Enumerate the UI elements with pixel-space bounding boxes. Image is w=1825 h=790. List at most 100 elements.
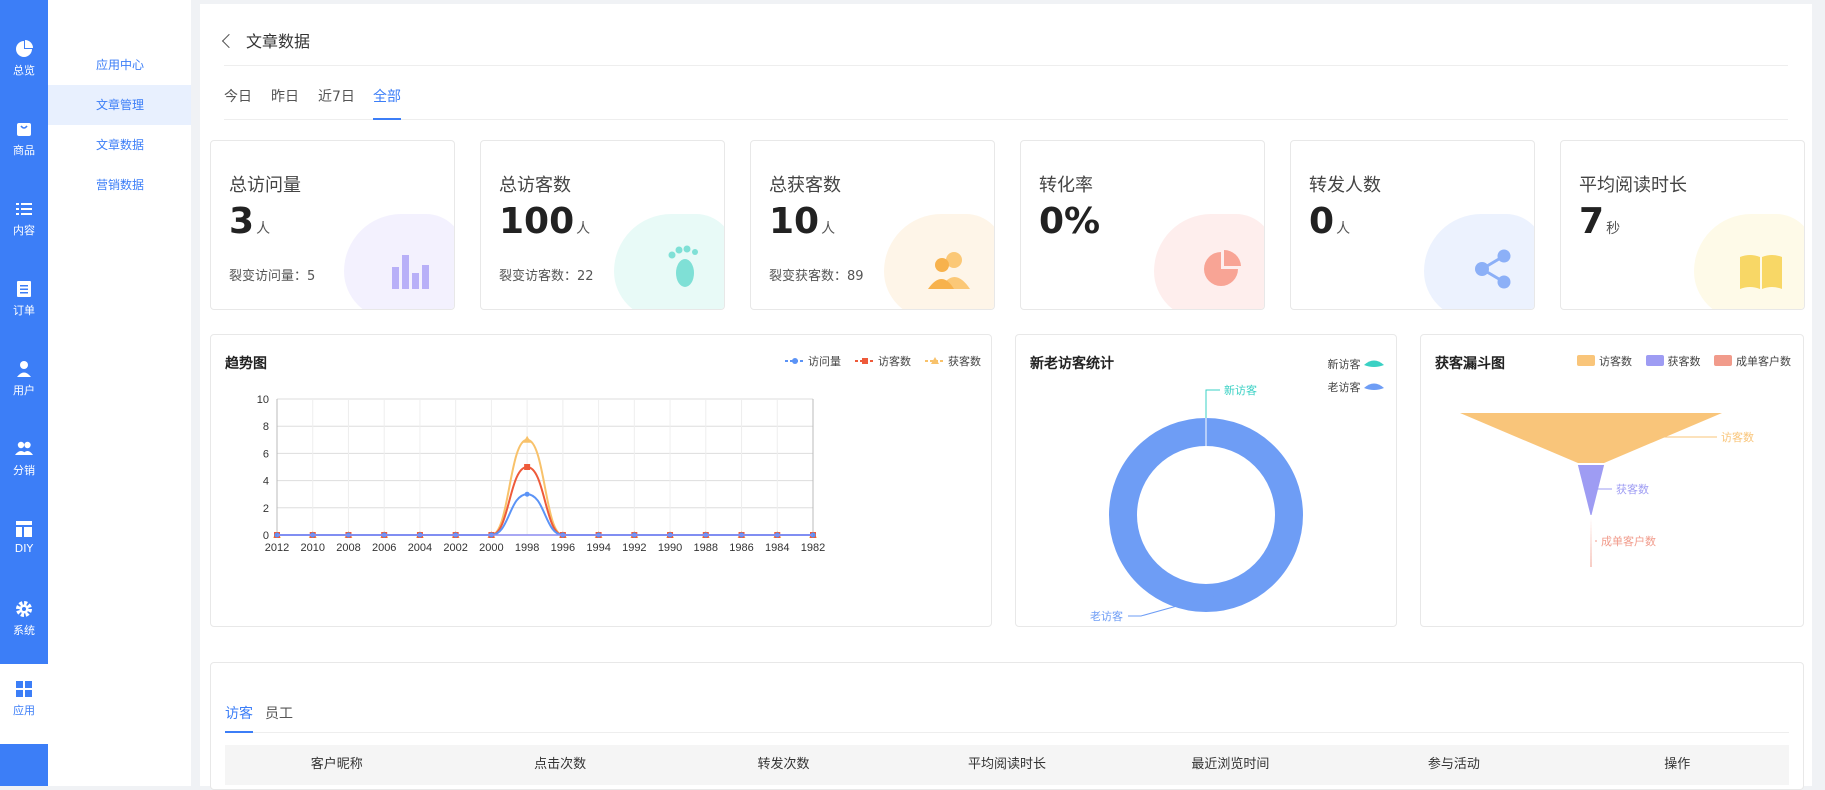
data-point xyxy=(524,491,530,497)
stat-label: 总访客数 xyxy=(499,175,571,196)
y-tick-label: 4 xyxy=(263,476,269,488)
stat-number: 100 xyxy=(499,201,575,242)
page-title: 文章数据 xyxy=(246,32,311,51)
legend-item-deals[interactable]: 成单客户数 xyxy=(1714,355,1791,368)
trend-chart-title: 趋势图 xyxy=(225,356,267,372)
x-tick-label: 2012 xyxy=(265,542,289,554)
subnav-item-article-manage[interactable]: 文章管理 xyxy=(48,85,191,125)
stat-sub: 裂变访问量：5 xyxy=(229,269,316,284)
tab-staff[interactable]: 员工 xyxy=(265,703,293,733)
legend-label: 获客数 xyxy=(1667,355,1701,368)
stat-sub: 裂变访客数：22 xyxy=(499,269,594,284)
trend-line-chart: 0 2 4 6 8 10 2012 2010 2008 2006 2004 2002 2000 1998 1… xyxy=(257,394,825,554)
rail-label: 总览 xyxy=(13,64,35,77)
rail-label: 内容 xyxy=(13,224,35,237)
column-header[interactable]: 最近浏览时间 xyxy=(1119,745,1342,785)
column-header[interactable]: 点击次数 xyxy=(448,745,671,785)
gear-icon xyxy=(16,601,32,617)
tab-today[interactable]: 今日 xyxy=(224,86,252,120)
subnav-item-article-data[interactable]: 文章数据 xyxy=(48,125,191,165)
stat-number: 3 xyxy=(229,201,255,242)
legend-item-acquired[interactable]: 获客数 xyxy=(1645,355,1701,368)
tab-7days[interactable]: 近7日 xyxy=(318,86,355,120)
funnel-chart-title: 获客漏斗图 xyxy=(1435,356,1505,372)
legend-item-visitors[interactable]: 访客数 xyxy=(1577,355,1632,368)
subnav-item-marketing-data[interactable]: 营销数据 xyxy=(48,165,191,205)
list-icon xyxy=(16,203,32,215)
stat-card-avg-read-time: 平均阅读时长 7秒 xyxy=(1560,140,1805,310)
x-tick-label: 2010 xyxy=(300,542,324,554)
x-tick-label: 1986 xyxy=(729,542,753,554)
funnel-stage-成单客户数 xyxy=(1590,517,1592,567)
legend-swatch xyxy=(1714,355,1732,366)
legend-item-visitors[interactable]: 访客数 xyxy=(854,355,911,368)
legend-line-icon xyxy=(784,358,805,364)
stat-number: 0% xyxy=(1039,201,1101,242)
rail-item-goods[interactable]: 商品 xyxy=(0,120,48,200)
column-header[interactable]: 平均阅读时长 xyxy=(895,745,1118,785)
visitor-ring-chart: 新访客老访客 xyxy=(1090,383,1303,623)
stat-number: 0 xyxy=(1309,201,1335,242)
stat-value: 3人 xyxy=(229,201,270,242)
funnel-chart-card: 获客漏斗图 访客数 获客数 成单客户数 访客数 获客数 成单客户数 xyxy=(1420,334,1804,627)
x-tick-label: 1988 xyxy=(694,542,718,554)
table-tabs: 访客 员工 xyxy=(225,703,1789,733)
y-tick-label: 0 xyxy=(263,530,269,542)
column-header[interactable]: 转发次数 xyxy=(672,745,895,785)
slice-label-new: 新访客 xyxy=(1224,383,1257,397)
rail-item-distribution[interactable]: 分销 xyxy=(0,440,48,520)
rail-label: DIY xyxy=(14,542,34,555)
stat-card-total-visits: 总访问量 3人 裂变访问量：5 xyxy=(210,140,455,310)
rail-label: 商品 xyxy=(13,144,35,157)
slice-old-visitors xyxy=(1109,418,1303,612)
stat-card-total-acquired: 总获客数 10 人 裂变获客数：89 xyxy=(750,140,995,310)
legend-item-visits[interactable]: 访问量 xyxy=(784,355,841,368)
rail-item-orders[interactable]: 订单 xyxy=(0,280,48,360)
tab-visitors[interactable]: 访客 xyxy=(225,703,253,733)
rail-item-users[interactable]: 用户 xyxy=(0,360,48,440)
y-tick-label: 6 xyxy=(263,448,269,460)
page-scrollbar[interactable] xyxy=(1812,0,1825,786)
stat-number: 7 xyxy=(1579,201,1605,242)
funnel-stage-label: 成单客户数 xyxy=(1601,534,1656,548)
x-tick-label: 1994 xyxy=(586,542,610,554)
stat-unit: 人 xyxy=(256,221,271,237)
y-tick-label: 8 xyxy=(263,421,269,433)
rail-label: 应用 xyxy=(13,704,35,717)
acquisition-funnel-chart: 访客数获客数成单客户数 xyxy=(1460,413,1754,567)
stat-label: 转化率 xyxy=(1039,175,1093,196)
visitor-chart-card: 新老访客统计 新访客 老访客 新访客 老访客 xyxy=(1015,334,1397,627)
stat-number: 10 xyxy=(769,201,820,242)
stat-value: 0人 xyxy=(1309,201,1350,242)
legend-item-acquired[interactable]: 获客数 xyxy=(924,355,981,368)
main-panel: 文章数据 今日 昨日 近7日 全部 总访问量 3人 裂变访问量：5 总访客数 1… xyxy=(200,4,1812,790)
column-header[interactable]: 操作 xyxy=(1566,745,1789,785)
rail-item-overview[interactable]: 总览 xyxy=(0,40,48,120)
column-header[interactable]: 客户昵称 xyxy=(225,745,448,785)
column-header[interactable]: 参与活动 xyxy=(1342,745,1565,785)
back-button[interactable]: 文章数据 xyxy=(221,28,311,52)
subnav-item-app-center[interactable]: 应用中心 xyxy=(48,45,191,85)
legend-label: 获客数 xyxy=(948,355,981,368)
rail-item-content[interactable]: 内容 xyxy=(0,200,48,280)
tab-yesterday[interactable]: 昨日 xyxy=(271,86,299,120)
stat-value: 7秒 xyxy=(1579,201,1620,242)
stat-unit: 人 xyxy=(821,221,836,237)
stat-value: 100 人 xyxy=(499,201,590,242)
rail-item-diy[interactable]: DIY xyxy=(0,520,48,600)
rail-label: 系统 xyxy=(13,624,35,637)
chevron-left-icon xyxy=(221,33,237,49)
trend-chart-card: 趋势图 访问量 访客数 获客数 0 2 4 6 8 10 2012 2010 2008 2006 2… xyxy=(210,334,992,627)
share-icon xyxy=(1475,249,1511,289)
x-tick-label: 1998 xyxy=(515,542,539,554)
stat-unit: 人 xyxy=(1336,221,1351,237)
tab-all[interactable]: 全部 xyxy=(373,86,401,120)
x-tick-label: 2008 xyxy=(336,542,360,554)
rail-item-apps[interactable]: 应用 xyxy=(0,664,48,744)
detail-table-card: 访客 员工 客户昵称 点击次数 转发次数 平均阅读时长 最近浏览时间 参与活动 … xyxy=(210,662,1804,790)
stat-card-shares: 转发人数 0人 xyxy=(1290,140,1535,310)
x-tick-label: 2004 xyxy=(408,542,432,554)
x-tick-label: 2002 xyxy=(443,542,467,554)
trend-legend: 访问量 访客数 获客数 xyxy=(775,353,981,369)
pie-icon xyxy=(16,40,33,57)
